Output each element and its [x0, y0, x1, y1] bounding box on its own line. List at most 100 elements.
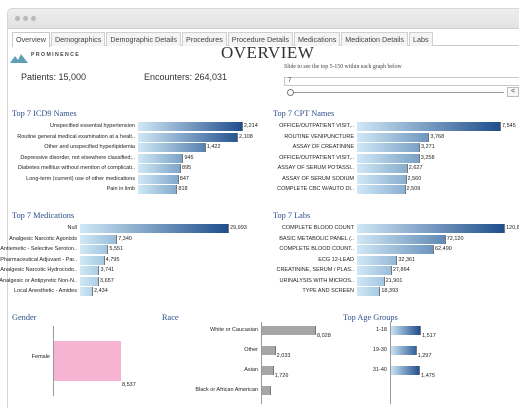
race-category-label: Other — [244, 347, 258, 353]
close-window-dot-icon[interactable] — [15, 16, 20, 21]
age-category-label: 31-40 — [372, 367, 387, 373]
labs-bar[interactable] — [357, 287, 380, 296]
medications-bar[interactable] — [80, 266, 99, 275]
icd9-bar[interactable] — [138, 164, 181, 173]
labs-bar[interactable] — [357, 224, 504, 233]
minimize-window-dot-icon[interactable] — [23, 16, 28, 21]
icd9-value-label: 818 — [178, 186, 188, 192]
prominence-logo: PROMINENCE — [10, 50, 79, 68]
cpt-bar-end-tick — [418, 153, 420, 163]
labs-bar-end-tick — [396, 255, 398, 265]
labs-category-label: TYPE AND SCREEN — [302, 288, 354, 294]
cpt-bar[interactable] — [357, 164, 407, 173]
medications-bar[interactable] — [80, 234, 117, 244]
race-bar[interactable] — [261, 326, 315, 335]
age-title: Top Age Groups — [343, 313, 398, 322]
medications-bar-end-tick — [107, 245, 109, 254]
slider-step-button[interactable]: < — [507, 87, 519, 97]
cpt-category-label: ASSAY OF SERUM POTASSI.. — [277, 165, 354, 171]
medications-value-label: 4,795 — [105, 256, 120, 263]
race-bar[interactable] — [261, 366, 273, 375]
age-bar[interactable] — [390, 366, 420, 375]
cpt-category-label: COMPLETE CBC W/AUTO DI.. — [277, 186, 354, 192]
icd9-bar-end-tick — [237, 132, 239, 142]
tab-demographics[interactable]: Demographics — [50, 32, 106, 46]
labs-bar-chart: COMPLETE BLOOD COUNT 120,887 BASIC METABOL… — [262, 224, 519, 298]
cpt-bar-end-tick — [404, 185, 406, 194]
labs-bar[interactable] — [357, 245, 433, 254]
race-bar[interactable] — [261, 386, 271, 395]
medications-category-label: Local Anesthetic - Amides — [14, 288, 77, 294]
cpt-bar[interactable] — [357, 122, 500, 131]
top-n-input[interactable]: 7 — [284, 77, 519, 86]
cpt-bar-end-tick — [406, 164, 408, 173]
age-category-label: 1-18 — [375, 327, 387, 333]
top-n-slider-track[interactable] — [288, 92, 504, 93]
icd9-category-label: Other and unspecified hyperlipidemia — [44, 144, 135, 150]
labs-bar[interactable] — [357, 276, 384, 286]
race-bar[interactable] — [261, 346, 275, 355]
cpt-value-label: 2,627 — [408, 165, 423, 171]
tab-demographic-details[interactable]: Demographic Details — [106, 32, 182, 46]
medications-value-label: 7,340 — [118, 235, 132, 242]
labs-bar[interactable] — [357, 255, 397, 265]
icd9-bar[interactable] — [138, 153, 183, 163]
labs-bar-end-tick — [504, 224, 505, 233]
age-value-label: 1,475 — [421, 373, 435, 379]
tab-labs[interactable]: Labs — [409, 32, 433, 46]
top-n-slider-thumb[interactable] — [287, 89, 294, 96]
labs-bar[interactable] — [357, 234, 445, 244]
age-category-label: 19-30 — [372, 347, 387, 353]
medications-bar[interactable] — [80, 276, 99, 286]
cpt-bar[interactable] — [357, 174, 406, 184]
icd9-bar[interactable] — [138, 122, 242, 131]
cpt-bar[interactable] — [357, 153, 419, 163]
age-bar[interactable] — [390, 326, 420, 335]
cpt-bar-end-tick — [418, 143, 420, 152]
cpt-bar[interactable] — [357, 185, 405, 194]
tab-medication-details[interactable]: Medication Details — [341, 32, 409, 46]
gender-bar[interactable] — [54, 341, 121, 381]
cpt-value-label: 3,271 — [420, 144, 435, 150]
labs-category-label: COMPLETE BLOOD COUNT — [281, 225, 354, 231]
medications-bar-end-tick — [116, 234, 118, 244]
medications-value-label: 2,434 — [94, 288, 108, 294]
medications-bar[interactable] — [80, 287, 92, 296]
medications-bar[interactable] — [80, 245, 108, 254]
tab-overview[interactable]: Overview — [12, 32, 50, 47]
cpt-category-label: OFFICE/OUTPATIENT VISIT,.. — [279, 123, 354, 129]
icd9-bar[interactable] — [138, 185, 177, 194]
gender-bar-chart: Female 8,537 — [0, 326, 150, 408]
cpt-bar-end-tick — [500, 122, 501, 131]
page-title: OVERVIEW — [221, 43, 315, 62]
icd9-category-label: Diabetes mellitus without mention of com… — [17, 165, 135, 171]
race-axis-line — [261, 322, 262, 404]
medications-bar[interactable] — [80, 224, 228, 233]
cpt-bar[interactable] — [357, 132, 429, 142]
labs-bar-end-tick — [383, 276, 385, 286]
race-title: Race — [162, 313, 179, 322]
medications-bar-chart: Null 29,993 Analgesic Narcotic Agonists 7,3… — [0, 224, 262, 298]
icd9-bar[interactable] — [138, 174, 178, 184]
maximize-window-dot-icon[interactable] — [31, 16, 36, 21]
labs-bar-end-tick — [432, 245, 434, 254]
medications-bar[interactable] — [80, 255, 104, 265]
labs-category-label: CREATININE, SERUM / PLAS.. — [276, 267, 354, 273]
title-bar — [8, 9, 519, 29]
labs-bar[interactable] — [357, 266, 391, 275]
icd9-title: Top 7 ICD9 Names — [12, 109, 77, 118]
icd9-bar[interactable] — [138, 132, 238, 142]
gender-value-label: 8,537 — [122, 382, 136, 388]
medications-bar-end-tick — [228, 224, 229, 233]
mountain-logo-icon — [10, 54, 28, 63]
medications-category-label: Null — [67, 225, 77, 231]
icd9-value-label: 895 — [182, 165, 192, 171]
labs-title: Top 7 Labs — [273, 211, 311, 220]
icd9-bar[interactable] — [138, 143, 205, 152]
icd9-value-label: 2,108 — [239, 133, 253, 140]
cpt-bar[interactable] — [357, 143, 419, 152]
cpt-value-label: 7,545 — [502, 123, 516, 129]
age-bar-end-tick — [420, 326, 421, 335]
medications-category-label: Antiemetic - Selective Seroton.. — [0, 246, 77, 252]
age-bar[interactable] — [390, 346, 416, 355]
